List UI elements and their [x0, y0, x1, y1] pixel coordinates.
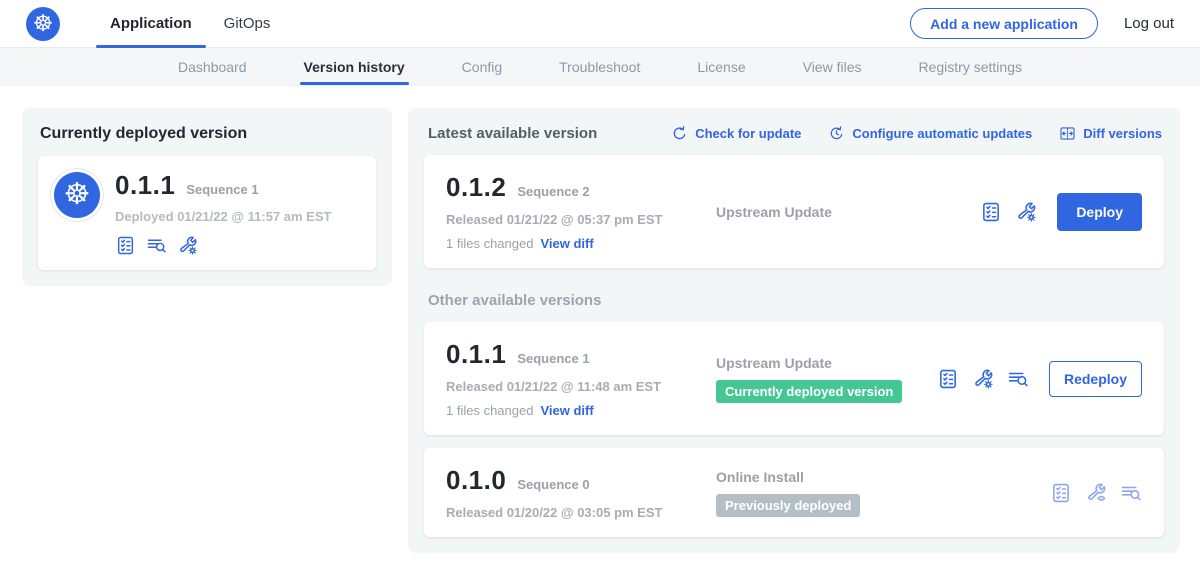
tab-application-label: Application	[110, 15, 192, 32]
view-logs-icon[interactable]	[146, 235, 167, 256]
kubernetes-logo-icon: ☸	[26, 7, 60, 41]
version-row-0-1-2: 0.1.2 Sequence 2 Released 01/21/22 @ 05:…	[424, 155, 1164, 268]
version-number: 0.1.0	[446, 465, 506, 496]
version-row-0-1-0: 0.1.0 Sequence 0 Released 01/20/22 @ 03:…	[424, 448, 1164, 537]
diff-icon	[1059, 125, 1076, 142]
version-info: 0.1.0 Sequence 0 Released 01/20/22 @ 03:…	[446, 465, 698, 520]
view-diff-link[interactable]: View diff	[540, 403, 593, 418]
subnav-tab-troubleshoot[interactable]: Troubleshoot	[559, 48, 640, 85]
version-source-column: Online Install Previously deployed	[698, 469, 1050, 517]
available-versions-panel: Latest available version Check for updat…	[408, 108, 1180, 553]
subnav-tab-license[interactable]: License	[697, 48, 745, 85]
tab-gitops[interactable]: GitOps	[208, 0, 287, 48]
sequence-label: Sequence 2	[517, 184, 589, 199]
version-info: 0.1.2 Sequence 2 Released 01/21/22 @ 05:…	[446, 172, 698, 251]
preflight-checks-icon[interactable]	[1050, 482, 1072, 504]
deployed-sequence-label: Sequence 1	[186, 182, 258, 197]
files-changed-label: 1 files changed	[446, 403, 533, 418]
version-number: 0.1.1	[446, 339, 506, 370]
edit-config-icon[interactable]	[177, 235, 198, 256]
view-config-icon[interactable]	[1085, 482, 1107, 504]
subnav-tab-dashboard[interactable]: Dashboard	[178, 48, 247, 85]
version-info: 0.1.1 Sequence 1 Released 01/21/22 @ 11:…	[446, 339, 698, 418]
app-tabs: Application GitOps	[94, 0, 286, 48]
files-changed: 1 files changed View diff	[446, 236, 698, 251]
app-header: ☸ Application GitOps Add a new applicati…	[0, 0, 1200, 48]
refresh-icon	[671, 125, 688, 142]
diff-versions-link[interactable]: Diff versions	[1059, 125, 1162, 142]
diff-versions-label: Diff versions	[1083, 126, 1162, 141]
sequence-label: Sequence 0	[517, 477, 589, 492]
view-logs-icon[interactable]	[1120, 482, 1142, 504]
check-for-update-label: Check for update	[695, 126, 801, 141]
currently-deployed-title: Currently deployed version	[40, 125, 376, 143]
configure-automatic-updates-link[interactable]: Configure automatic updates	[828, 125, 1032, 142]
edit-config-icon[interactable]	[972, 368, 994, 390]
deployed-version-number: 0.1.1	[115, 170, 175, 201]
deployed-version-card: ☸ 0.1.1 Sequence 1 Deployed 01/21/22 @ 1…	[38, 156, 376, 270]
deployed-version-body: 0.1.1 Sequence 1 Deployed 01/21/22 @ 11:…	[115, 170, 331, 256]
subnav-tab-version-history[interactable]: Version history	[304, 48, 405, 85]
released-timestamp: Released 01/20/22 @ 03:05 pm EST	[446, 505, 698, 520]
subnav-tab-config[interactable]: Config	[462, 48, 502, 85]
sequence-label: Sequence 1	[517, 351, 589, 366]
version-row-actions: Redeploy	[937, 361, 1142, 397]
deploy-button[interactable]: Deploy	[1057, 193, 1142, 231]
released-timestamp: Released 01/21/22 @ 11:48 am EST	[446, 379, 698, 394]
currently-deployed-panel: Currently deployed version ☸ 0.1.1 Seque…	[22, 108, 392, 286]
version-row-actions: Deploy	[980, 193, 1142, 231]
version-source: Upstream Update	[716, 204, 980, 220]
app-logo-icon: ☸	[54, 172, 100, 218]
view-diff-link[interactable]: View diff	[540, 236, 593, 251]
view-logs-icon[interactable]	[1007, 368, 1029, 390]
deployed-action-icons	[115, 235, 331, 256]
version-source: Upstream Update	[716, 355, 937, 371]
previously-deployed-badge: Previously deployed	[716, 494, 860, 517]
version-row-actions	[1050, 482, 1142, 504]
latest-available-title: Latest available version	[428, 125, 597, 142]
schedule-update-icon	[828, 125, 845, 142]
check-for-update-link[interactable]: Check for update	[671, 125, 801, 142]
version-row-0-1-1: 0.1.1 Sequence 1 Released 01/21/22 @ 11:…	[424, 322, 1164, 435]
version-source-column: Upstream Update	[698, 204, 980, 220]
preflight-checks-icon[interactable]	[115, 235, 136, 256]
configure-automatic-updates-label: Configure automatic updates	[852, 126, 1032, 141]
files-changed: 1 files changed View diff	[446, 403, 698, 418]
version-actions: Check for update Configure automatic upd…	[671, 125, 1162, 142]
header-right: Add a new application Log out	[910, 8, 1174, 39]
preflight-checks-icon[interactable]	[937, 368, 959, 390]
app-subnav: Dashboard Version history Config Trouble…	[0, 48, 1200, 86]
version-source: Online Install	[716, 469, 1050, 485]
currently-deployed-badge: Currently deployed version	[716, 380, 902, 403]
add-application-button[interactable]: Add a new application	[910, 8, 1098, 39]
subnav-tab-registry-settings[interactable]: Registry settings	[919, 48, 1022, 85]
deployed-timestamp: Deployed 01/21/22 @ 11:57 am EST	[115, 209, 331, 224]
subnav-tab-view-files[interactable]: View files	[803, 48, 862, 85]
version-number: 0.1.2	[446, 172, 506, 203]
tab-application[interactable]: Application	[94, 0, 208, 48]
tab-gitops-label: GitOps	[224, 15, 271, 32]
redeploy-button[interactable]: Redeploy	[1049, 361, 1142, 397]
files-changed-label: 1 files changed	[446, 236, 533, 251]
other-available-versions-title: Other available versions	[428, 292, 1164, 309]
main-content: Currently deployed version ☸ 0.1.1 Seque…	[0, 86, 1200, 553]
edit-config-icon[interactable]	[1015, 201, 1037, 223]
logout-link[interactable]: Log out	[1124, 15, 1174, 32]
available-panel-header: Latest available version Check for updat…	[424, 122, 1164, 142]
version-source-column: Upstream Update Currently deployed versi…	[698, 355, 937, 403]
preflight-checks-icon[interactable]	[980, 201, 1002, 223]
released-timestamp: Released 01/21/22 @ 05:37 pm EST	[446, 212, 698, 227]
